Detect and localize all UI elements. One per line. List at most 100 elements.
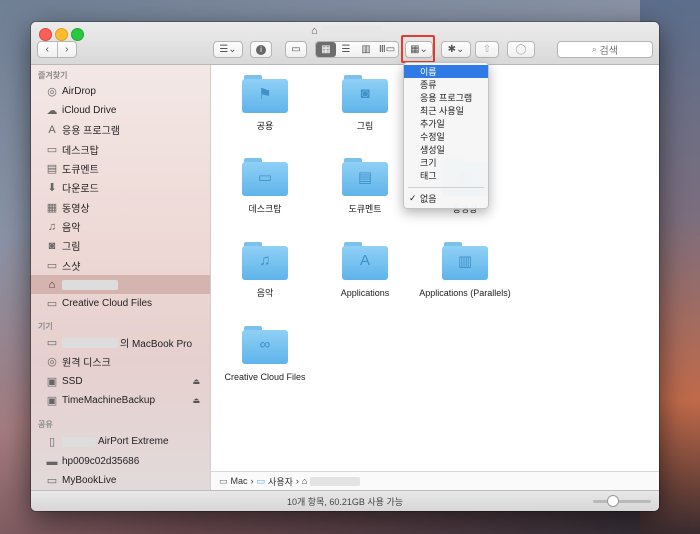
disc-icon: ◎ [47, 356, 57, 368]
list-view-button[interactable]: ☰ [336, 42, 356, 57]
folder-music[interactable]: ♫ 음악 [215, 242, 315, 299]
folder-label: 그림 [356, 121, 374, 131]
menu-item-name[interactable]: 이름 [404, 65, 488, 78]
sidebar-item-desktop[interactable]: ▭ 데스크탑 [31, 140, 210, 159]
checkmark-icon: ✓ [409, 193, 417, 203]
sidebar-item-label: AirDrop [62, 86, 96, 97]
menu-item-none[interactable]: ✓ 없음 [404, 192, 488, 205]
path-separator: › [295, 476, 299, 486]
folder-icon: ▥ [442, 242, 488, 280]
menu-item-tags[interactable]: 태그 [404, 169, 488, 182]
menu-item-date-modified[interactable]: 수정일 [404, 130, 488, 143]
owner-name-redacted [62, 436, 96, 447]
menu-item-date-added[interactable]: 추가일 [404, 117, 488, 130]
folder-label: 음악 [256, 288, 274, 298]
sidebar-item-hp[interactable]: ▬ hp009c02d35686 [31, 452, 210, 471]
sidebar-item-timemachine[interactable]: ▣ TimeMachineBackup ⏏ [31, 391, 210, 410]
folder-icon: A [342, 242, 388, 280]
sidebar-item-remote-disc[interactable]: ◎ 원격 디스크 [31, 352, 210, 371]
movies-icon: ▦ [46, 202, 58, 214]
folder-applications-parallels[interactable]: ▥ Applications (Parallels) [415, 242, 515, 299]
folder-applications[interactable]: A Applications [315, 242, 415, 299]
eject-icon[interactable]: ⏏ [192, 377, 200, 386]
sidebar-item-music[interactable]: ♫ 음악 [31, 217, 210, 236]
sidebar-item-movies[interactable]: ▦ 동영상 [31, 198, 210, 217]
sidebar-item-applications[interactable]: A 응용 프로그램 [31, 120, 210, 139]
applications-icon: A [48, 123, 56, 136]
sidebar-item-label: 동영상 [62, 204, 90, 215]
path-home-redacted[interactable] [310, 476, 361, 486]
sidebar-item-home[interactable]: ⌂ [31, 275, 210, 294]
icon-size-slider[interactable] [593, 500, 651, 503]
search-placeholder: 검색 [599, 46, 618, 57]
sidebar-item-ssd[interactable]: ▣ SSD ⏏ [31, 372, 210, 391]
sidebar-item-pictures[interactable]: ◙ 그림 [31, 236, 210, 255]
back-button[interactable]: ‹ [38, 42, 58, 57]
home-name-redacted [62, 279, 118, 290]
path-bar: ▭ Mac › ▭ 사용자 › ⌂ [211, 471, 659, 490]
monitor-icon: ▭ [46, 475, 58, 487]
zoom-button[interactable] [71, 28, 84, 41]
icon-size-slider-knob[interactable] [607, 495, 619, 507]
finder-window: ⌂ ‹ › ☰⌄ i ▭ ▦ ☰ ▥ Ⅲ▭ ▦⌄ ✱⌄ ⇧ ◯ ⌕ 검색 즐겨찾… [31, 22, 659, 511]
folder-pictures[interactable]: ◙ 그림 [315, 75, 415, 132]
menu-item-kind[interactable]: 종류 [404, 78, 488, 91]
folder-public[interactable]: ⚑ 공용 [215, 75, 315, 132]
path-users[interactable]: 사용자 [268, 475, 293, 488]
favorites-header: 즐겨찾기 [38, 71, 68, 80]
sidebar-item-label: 음악 [62, 223, 81, 234]
sidebar-item-creative-cloud[interactable]: ▭ Creative Cloud Files [31, 294, 210, 313]
new-folder-button[interactable]: ▭ [285, 41, 307, 58]
folder-creative-cloud[interactable]: ∞ Creative Cloud Files [215, 326, 315, 383]
close-button[interactable] [39, 28, 52, 41]
folder-label: 도큐멘트 [348, 204, 382, 214]
tag-button[interactable]: ◯ [507, 41, 535, 58]
forward-button[interactable]: › [58, 42, 77, 57]
router-icon: ▯ [48, 436, 56, 448]
menu-item-last-opened[interactable]: 최근 사용일 [404, 104, 488, 117]
coverflow-view-button[interactable]: Ⅲ▭ [376, 42, 398, 57]
sidebar-item-mybooklive[interactable]: ▭ MyBookLive [31, 471, 210, 490]
folder-desktop[interactable]: ▭ 데스크탑 [215, 158, 315, 215]
sidebar-item-macbook[interactable]: ▭ 의 MacBook Pro [31, 333, 210, 352]
sidebar-item-screenshots[interactable]: ▭ 스샷 [31, 256, 210, 275]
sidebar-item-airport[interactable]: ▯ AirPort Extreme [31, 432, 210, 451]
titlebar: ⌂ ‹ › ☰⌄ i ▭ ▦ ☰ ▥ Ⅲ▭ ▦⌄ ✱⌄ ⇧ ◯ ⌕ 검색 [31, 22, 659, 65]
view-mode-group: ▦ ☰ ▥ Ⅲ▭ [315, 41, 399, 58]
icon-view-button[interactable]: ▦ [316, 42, 336, 57]
column-view-button[interactable]: ▥ [356, 42, 376, 57]
sidebar-item-label: TimeMachineBackup [62, 395, 156, 406]
path-mac[interactable]: Mac [231, 476, 248, 486]
folder-icon: ⚑ [242, 75, 288, 113]
sidebar-item-documents[interactable]: ▤ 도큐멘트 [31, 159, 210, 178]
menu-item-application[interactable]: 응용 프로그램 [404, 91, 488, 104]
folder-label: 데스크탑 [248, 204, 282, 214]
info-button[interactable]: i [250, 41, 272, 58]
sidebar-item-label: MyBookLive [62, 475, 117, 486]
sidebar-item-downloads[interactable]: ⬇ 다운로드 [31, 178, 210, 197]
minimize-button[interactable] [55, 28, 68, 41]
menu-item-size[interactable]: 크기 [404, 156, 488, 169]
share-button[interactable]: ⇧ [475, 41, 499, 58]
list-menu-button[interactable]: ☰⌄ [213, 41, 243, 58]
sidebar-item-label: 데스크탑 [62, 146, 99, 157]
menu-item-label: 없음 [420, 194, 437, 204]
sidebar-item-label: Creative Cloud Files [62, 298, 153, 309]
folder-documents[interactable]: ▤ 도큐멘트 [315, 158, 415, 215]
folder-label: 공용 [256, 121, 274, 131]
shared-header: 공유 [38, 420, 53, 429]
menu-item-date-created[interactable]: 생성일 [404, 143, 488, 156]
sidebar-item-airdrop[interactable]: ◎ AirDrop [31, 82, 210, 101]
sidebar-item-label: SSD [62, 376, 83, 387]
info-icon: i [256, 44, 266, 55]
sidebar-item-icloud[interactable]: ☁ iCloud Drive [31, 101, 210, 120]
action-button[interactable]: ✱⌄ [441, 41, 471, 58]
status-bar: 10개 항목, 60.21GB 사용 가능 [31, 490, 659, 511]
sidebar-item-label: AirPort Extreme [98, 436, 169, 447]
music-icon: ♫ [47, 220, 57, 233]
folder-icon: ▭ [242, 158, 288, 196]
sidebar-item-label: 응용 프로그램 [62, 126, 120, 137]
sidebar: 즐겨찾기 ◎ AirDrop ☁ iCloud Drive A 응용 프로그램 ▭ 데스… [31, 65, 211, 490]
eject-icon[interactable]: ⏏ [192, 396, 200, 405]
search-input[interactable]: ⌕ 검색 [557, 41, 653, 58]
